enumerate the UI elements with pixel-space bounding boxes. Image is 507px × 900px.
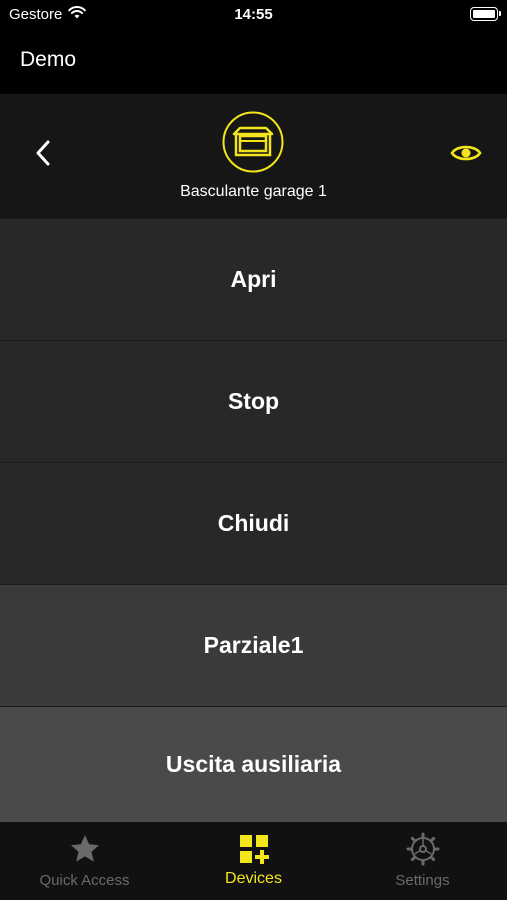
command-open-button[interactable]: Apri <box>0 218 507 340</box>
devices-grid-plus-icon <box>237 832 271 866</box>
device-header: Basculante garage 1 <box>0 94 507 218</box>
visibility-button[interactable] <box>449 140 483 166</box>
tab-quick-access-label: Quick Access <box>39 872 130 889</box>
command-aux-output-button[interactable]: Uscita ausiliaria <box>0 706 507 822</box>
battery-icon <box>470 7 501 21</box>
command-close-button[interactable]: Chiudi <box>0 462 507 584</box>
app-header: Demo <box>0 30 507 94</box>
tab-devices[interactable]: Devices <box>169 822 338 900</box>
tab-bar: Quick Access Devices Settings <box>0 822 507 900</box>
device-name: Basculante garage 1 <box>180 183 327 200</box>
star-icon <box>68 832 102 866</box>
status-bar: Gestore 14:55 <box>0 0 507 30</box>
status-time: 14:55 <box>234 6 273 23</box>
eye-icon <box>450 145 482 161</box>
back-button[interactable] <box>28 138 58 168</box>
garage-door-icon <box>222 111 284 173</box>
tab-devices-label: Devices <box>225 870 282 887</box>
command-list: Apri Stop Chiudi Parziale1 Uscita ausili… <box>0 218 507 822</box>
tab-settings-label: Settings <box>395 872 450 889</box>
command-stop-button[interactable]: Stop <box>0 340 507 462</box>
chevron-left-icon <box>36 140 50 166</box>
battery-fill <box>473 10 495 18</box>
tab-settings[interactable]: Settings <box>338 822 507 900</box>
tab-quick-access[interactable]: Quick Access <box>0 822 169 900</box>
command-partial1-button[interactable]: Parziale1 <box>0 584 507 706</box>
gear-icon <box>406 832 440 866</box>
app-title: Demo <box>20 48 77 71</box>
